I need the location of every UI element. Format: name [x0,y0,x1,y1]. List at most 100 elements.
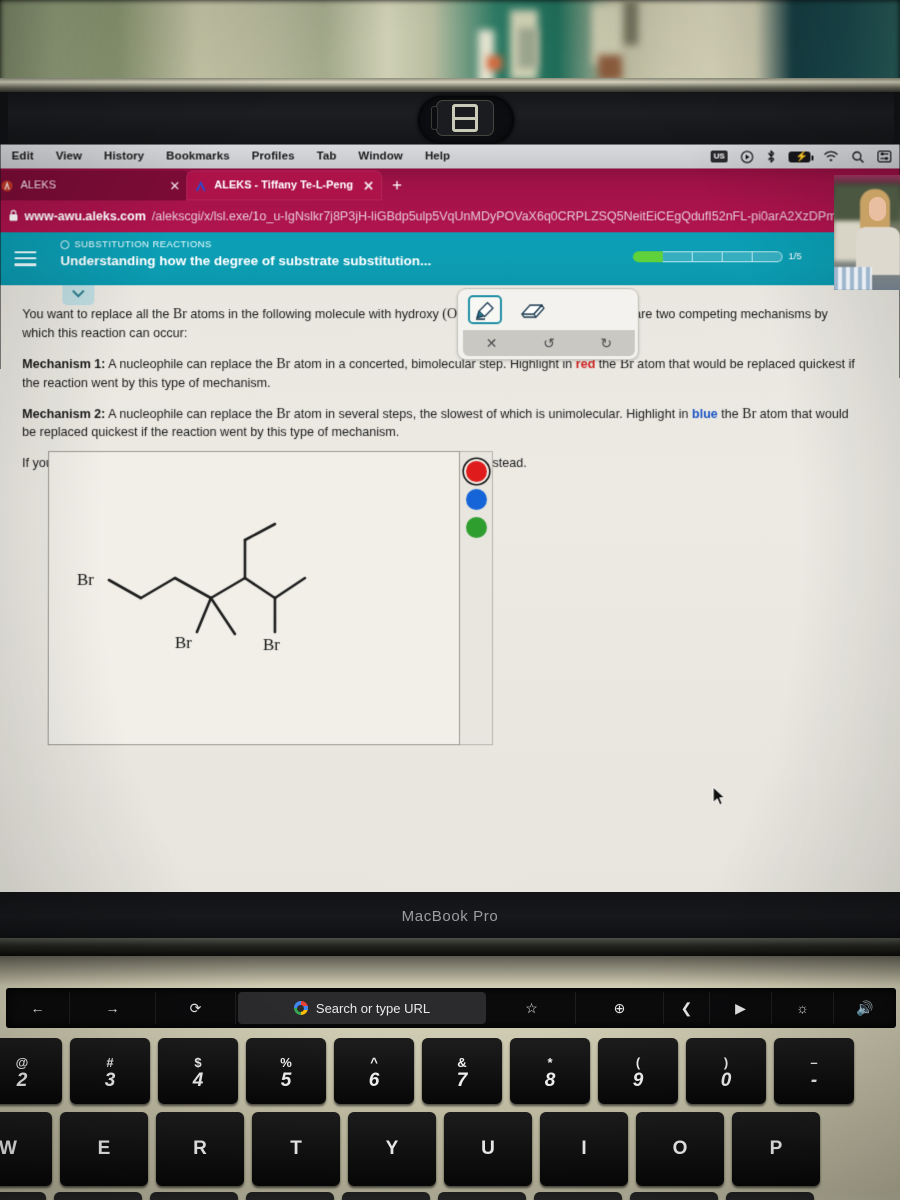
key-y[interactable]: Y [348,1112,436,1186]
molecule-canvas-shell: Br Br Br [47,451,494,746]
touchbar-reload-button[interactable]: ⟳ [156,992,236,1024]
key-row3[interactable] [534,1192,622,1200]
url-host: www-awu.aleks.com [24,209,146,224]
progress-segment [752,251,783,263]
key-p[interactable]: P [732,1112,820,1186]
progress-segment [632,251,663,263]
key-e[interactable]: E [60,1112,148,1186]
redo-button[interactable]: ↻ [600,335,612,352]
clear-button[interactable]: ✕ [486,335,498,352]
touchbar-search-field[interactable]: Search or type URL [238,992,486,1024]
aleks-topbar: SUBSTITUTION REACTIONS Understanding how… [0,232,900,286]
screen-mirroring-icon[interactable] [741,150,754,163]
touchbar-forward-button[interactable]: → [70,992,156,1024]
molecule-label-br-2: Br [175,633,192,652]
touchbar-newtab-button[interactable]: ⊕ [576,992,664,1024]
drawing-tool-panel: ✕ ↺ ↻ [456,288,639,361]
touchbar-volume-button[interactable]: 🔊 [834,992,896,1024]
menu-item-tab[interactable]: Tab [306,151,348,163]
touch-bar: ← → ⟳ Search or type URL ☆ ⊕ ❮ ▶ ☼ 🔊 [6,988,896,1028]
key-o[interactable]: O [636,1112,724,1186]
menu-item-view[interactable]: View [45,151,93,163]
key-row3[interactable] [438,1192,526,1200]
laptop-screen: Edit View History Bookmarks Profiles Tab… [0,144,900,893]
menu-item-bookmarks[interactable]: Bookmarks [155,151,240,163]
key-t[interactable]: T [252,1112,340,1186]
color-swatch-red[interactable] [465,461,487,483]
molecule-structure: Br Br Br [77,522,307,654]
collapse-chevron-icon[interactable] [62,285,95,306]
key-4[interactable]: $4 [158,1038,238,1104]
key-u[interactable]: U [444,1112,532,1186]
hamburger-menu-icon[interactable] [14,247,37,270]
key-r[interactable]: R [156,1112,244,1186]
question-page: You want to replace all the Br atoms in … [0,285,900,893]
menubar-status-area: US ⚡ [710,150,900,164]
video-person-face [869,197,886,221]
molecule-canvas[interactable]: Br Br Br [47,451,461,746]
bluetooth-icon[interactable] [767,150,776,164]
menu-item-profiles[interactable]: Profiles [241,151,306,163]
key-5[interactable]: % 5 [246,1038,326,1104]
tab-title: ALEKS [20,179,56,192]
highlighter-tool[interactable] [467,295,502,325]
video-thumbnail[interactable] [834,175,900,290]
macbook-pro-label: MacBook Pro [401,908,499,925]
search-icon[interactable] [851,150,864,163]
menu-item-history[interactable]: History [93,151,155,163]
key-row3[interactable] [246,1192,334,1200]
wifi-icon[interactable] [823,151,838,163]
menu-item-help[interactable]: Help [414,151,461,163]
key-w[interactable]: W [0,1112,52,1186]
key-9[interactable]: (9 [598,1038,678,1104]
background-object [518,28,538,68]
key-row3[interactable] [0,1192,46,1200]
eraser-tool[interactable] [516,295,550,324]
key-3[interactable]: #3 [70,1038,150,1104]
battery-charging-icon[interactable]: ⚡ [788,151,811,162]
browser-tab-active[interactable]: ALEKS - Tiffany Te-L-Peng - Le ✕ [186,170,383,201]
background-object [487,56,502,70]
menu-item-window[interactable]: Window [347,151,413,163]
tab-close-icon[interactable]: ✕ [363,178,374,193]
aleks-favicon [196,180,207,191]
new-tab-button[interactable]: + [392,175,402,195]
touchbar-back-button[interactable]: ← [6,992,70,1024]
touchbar-brightness-button[interactable]: ☼ [772,992,834,1024]
question-paragraph-1: You want to replace all the Br atoms in … [22,307,828,340]
key-i[interactable]: I [540,1112,628,1186]
progress-segment [722,251,753,263]
color-swatch-blue[interactable] [465,489,487,511]
undo-button[interactable]: ↺ [543,335,555,352]
browser-address-bar[interactable]: www-awu.aleks.com/alekscgi/x/lsl.exe/1o_… [0,200,899,232]
google-icon [293,1001,308,1015]
key-row3[interactable] [342,1192,430,1200]
browser-tab-inactive[interactable]: ALEKS ✕ [0,170,189,201]
progress-segment [662,251,693,263]
key-8[interactable]: * 8 [510,1038,590,1104]
key-row3[interactable] [726,1192,814,1200]
menu-item-edit[interactable]: Edit [1,151,45,163]
keyboard-letter-row: W E R T Y U I O P [0,1112,820,1186]
input-source-icon[interactable]: US [710,150,728,163]
laptop-photo: Edit View History Bookmarks Profiles Tab… [0,0,900,1200]
touchbar-bookmark-button[interactable]: ☆ [488,992,576,1024]
molecule-label-br-3: Br [263,635,280,654]
control-center-icon[interactable] [877,151,891,163]
key-row3[interactable] [630,1192,718,1200]
key-row3[interactable] [150,1192,238,1200]
key-minus[interactable]: – - [774,1038,854,1104]
key-7[interactable]: & 7 [422,1038,502,1104]
touchbar-play-button[interactable]: ▶ [710,992,772,1024]
key-row3[interactable] [54,1192,142,1200]
key-0[interactable]: ) 0 [686,1038,766,1104]
browser-chrome: ALEKS ✕ ALEKS - Tiffany Te-L-Peng - Le ✕… [0,168,900,233]
color-swatch-green[interactable] [465,517,487,539]
key-2[interactable]: @2 [0,1038,62,1104]
background-object [624,0,638,45]
background-object [598,55,622,80]
key-6[interactable]: ^ 6 [334,1038,414,1104]
touchbar-previous-button[interactable]: ❮ [664,992,710,1024]
aleks-favicon [1,180,13,192]
tab-close-icon[interactable]: ✕ [169,178,180,193]
